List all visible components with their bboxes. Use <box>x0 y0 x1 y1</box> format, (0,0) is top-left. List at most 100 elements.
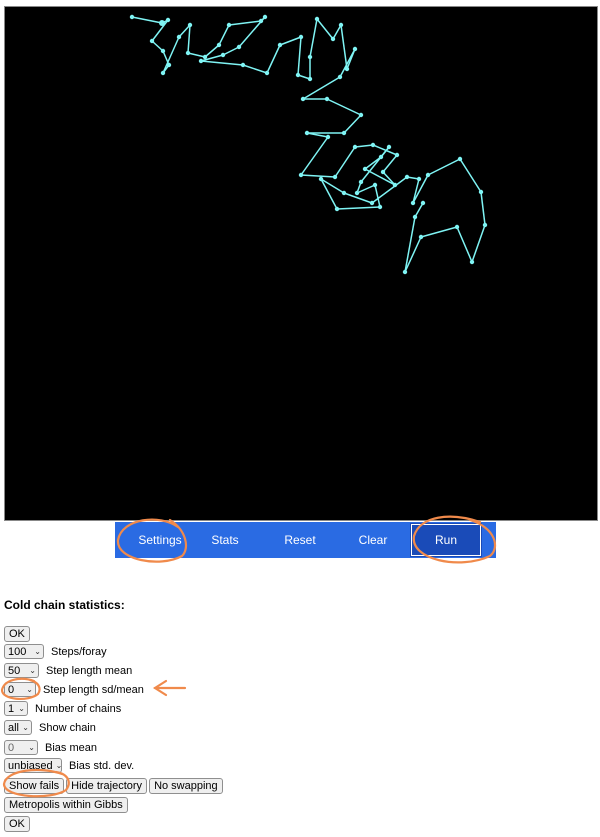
trajectory-segment <box>316 18 334 40</box>
steps-per-foray-value: 100 <box>8 645 27 658</box>
chevron-down-icon: ⌄ <box>29 666 36 675</box>
step-length-mean-select[interactable]: 50 ⌄ <box>4 663 39 678</box>
settings-button[interactable]: Settings <box>125 524 195 556</box>
trajectory-point <box>220 52 226 58</box>
step-length-mean-label: Step length mean <box>46 664 133 677</box>
trajectory-segment <box>297 36 302 76</box>
trajectory-point <box>325 134 331 140</box>
trajectory-point <box>332 174 338 180</box>
steps-per-foray-select[interactable]: 100 ⌄ <box>4 644 44 659</box>
trajectory-point <box>165 17 171 23</box>
trajectory-point <box>330 36 336 42</box>
trajectory-segment <box>412 178 420 204</box>
trajectory-point <box>226 22 232 28</box>
trajectory-point <box>358 112 364 118</box>
trajectory-segment <box>471 224 486 263</box>
trajectory-point <box>420 200 426 206</box>
metropolis-within-gibbs-button[interactable]: Metropolis within Gibbs <box>4 797 128 813</box>
trajectory-point <box>344 66 350 72</box>
trajectory-point <box>264 70 270 76</box>
no-swapping-button[interactable]: No swapping <box>149 778 223 794</box>
trajectory-segment <box>343 114 362 134</box>
trajectory-point <box>404 174 410 180</box>
show-fails-button[interactable]: Show fails <box>4 778 65 794</box>
step-length-sd-select[interactable]: 0 ⌄ <box>4 682 36 697</box>
trajectory-plot <box>129 14 488 275</box>
trajectory-segment <box>332 24 342 40</box>
trajectory-point <box>416 176 422 182</box>
trajectory-point <box>358 179 364 185</box>
trajectory-segment <box>339 48 356 78</box>
trajectory-segment <box>300 174 336 178</box>
trajectory-point <box>410 200 416 206</box>
show-chain-select[interactable]: all ⌄ <box>4 720 32 735</box>
trajectory-segment <box>204 44 220 58</box>
step-length-sd-value: 0 <box>8 683 15 696</box>
ok-button-top[interactable]: OK <box>4 626 30 642</box>
clear-button[interactable]: Clear <box>343 524 403 556</box>
trajectory-point <box>202 54 208 60</box>
trajectory-point <box>334 206 340 212</box>
trajectory-segment <box>404 236 422 273</box>
bias-std-dev-label: Bias std. dev. <box>69 759 135 772</box>
run-button[interactable]: Run <box>410 523 482 557</box>
trajectory-segment <box>309 18 318 58</box>
trajectory-point <box>187 22 193 28</box>
trajectory-segment <box>151 40 164 52</box>
trajectory-point <box>307 76 313 82</box>
trajectory-point <box>418 234 424 240</box>
trajectory-point <box>337 74 343 80</box>
trajectory-segment <box>404 216 416 273</box>
trajectory-point <box>354 190 360 196</box>
trajectory-point <box>370 142 376 148</box>
trajectory-segment <box>200 60 244 66</box>
bias-mean-select[interactable]: 0 ⌄ <box>4 740 38 755</box>
trajectory-point <box>262 14 268 20</box>
stats-button[interactable]: Stats <box>195 524 255 556</box>
trajectory-segment <box>300 136 329 176</box>
trajectory-point <box>160 70 166 76</box>
chevron-down-icon: ⌄ <box>18 704 25 713</box>
trajectory-point <box>338 22 344 28</box>
trajectory-point <box>469 259 475 265</box>
trajectory-point <box>277 42 283 48</box>
ok-button-bottom[interactable]: OK <box>4 816 30 832</box>
trajectory-segment <box>187 24 191 54</box>
toolbar: Settings Stats Reset Clear Run <box>115 522 496 558</box>
simulation-canvas <box>4 6 598 521</box>
trajectory-point <box>457 156 463 162</box>
trajectory-segment <box>382 171 396 186</box>
number-of-chains-select[interactable]: 1 ⌄ <box>4 701 28 716</box>
trajectory-point <box>198 58 204 64</box>
trajectory-point <box>362 166 368 172</box>
annotation-arrow-head <box>152 679 168 697</box>
trajectory-segment <box>360 146 390 183</box>
reset-button[interactable]: Reset <box>270 524 330 556</box>
hide-trajectory-button[interactable]: Hide trajectory <box>66 778 148 794</box>
trajectory-point <box>392 182 398 188</box>
trajectory-point <box>352 46 358 52</box>
trajectory-segment <box>374 184 381 208</box>
trajectory-point <box>307 54 313 60</box>
trajectory-segment <box>242 64 268 74</box>
trajectory-point <box>298 34 304 40</box>
trajectory-point <box>352 144 358 150</box>
trajectory-point <box>160 48 166 54</box>
number-of-chains-label: Number of chains <box>35 702 122 715</box>
trajectory-point <box>402 269 408 275</box>
trajectory-segment <box>340 24 348 70</box>
bias-std-dev-select[interactable]: unbiased ⌄ <box>4 758 62 773</box>
trajectory-segment <box>279 36 302 46</box>
trajectory-point <box>341 190 347 196</box>
trajectory-point <box>386 144 392 150</box>
show-chain-value: all <box>8 721 20 734</box>
trajectory-segment <box>228 20 262 26</box>
stats-title: Cold chain statistics: <box>4 598 125 612</box>
trajectory-point <box>258 18 264 24</box>
chevron-down-icon: ⌄ <box>55 761 63 770</box>
trajectory-point <box>378 154 384 160</box>
trajectory-segment <box>372 144 398 156</box>
trajectory-point <box>394 152 400 158</box>
chevron-down-icon: ⌄ <box>34 647 41 656</box>
number-of-chains-value: 1 <box>8 702 15 715</box>
